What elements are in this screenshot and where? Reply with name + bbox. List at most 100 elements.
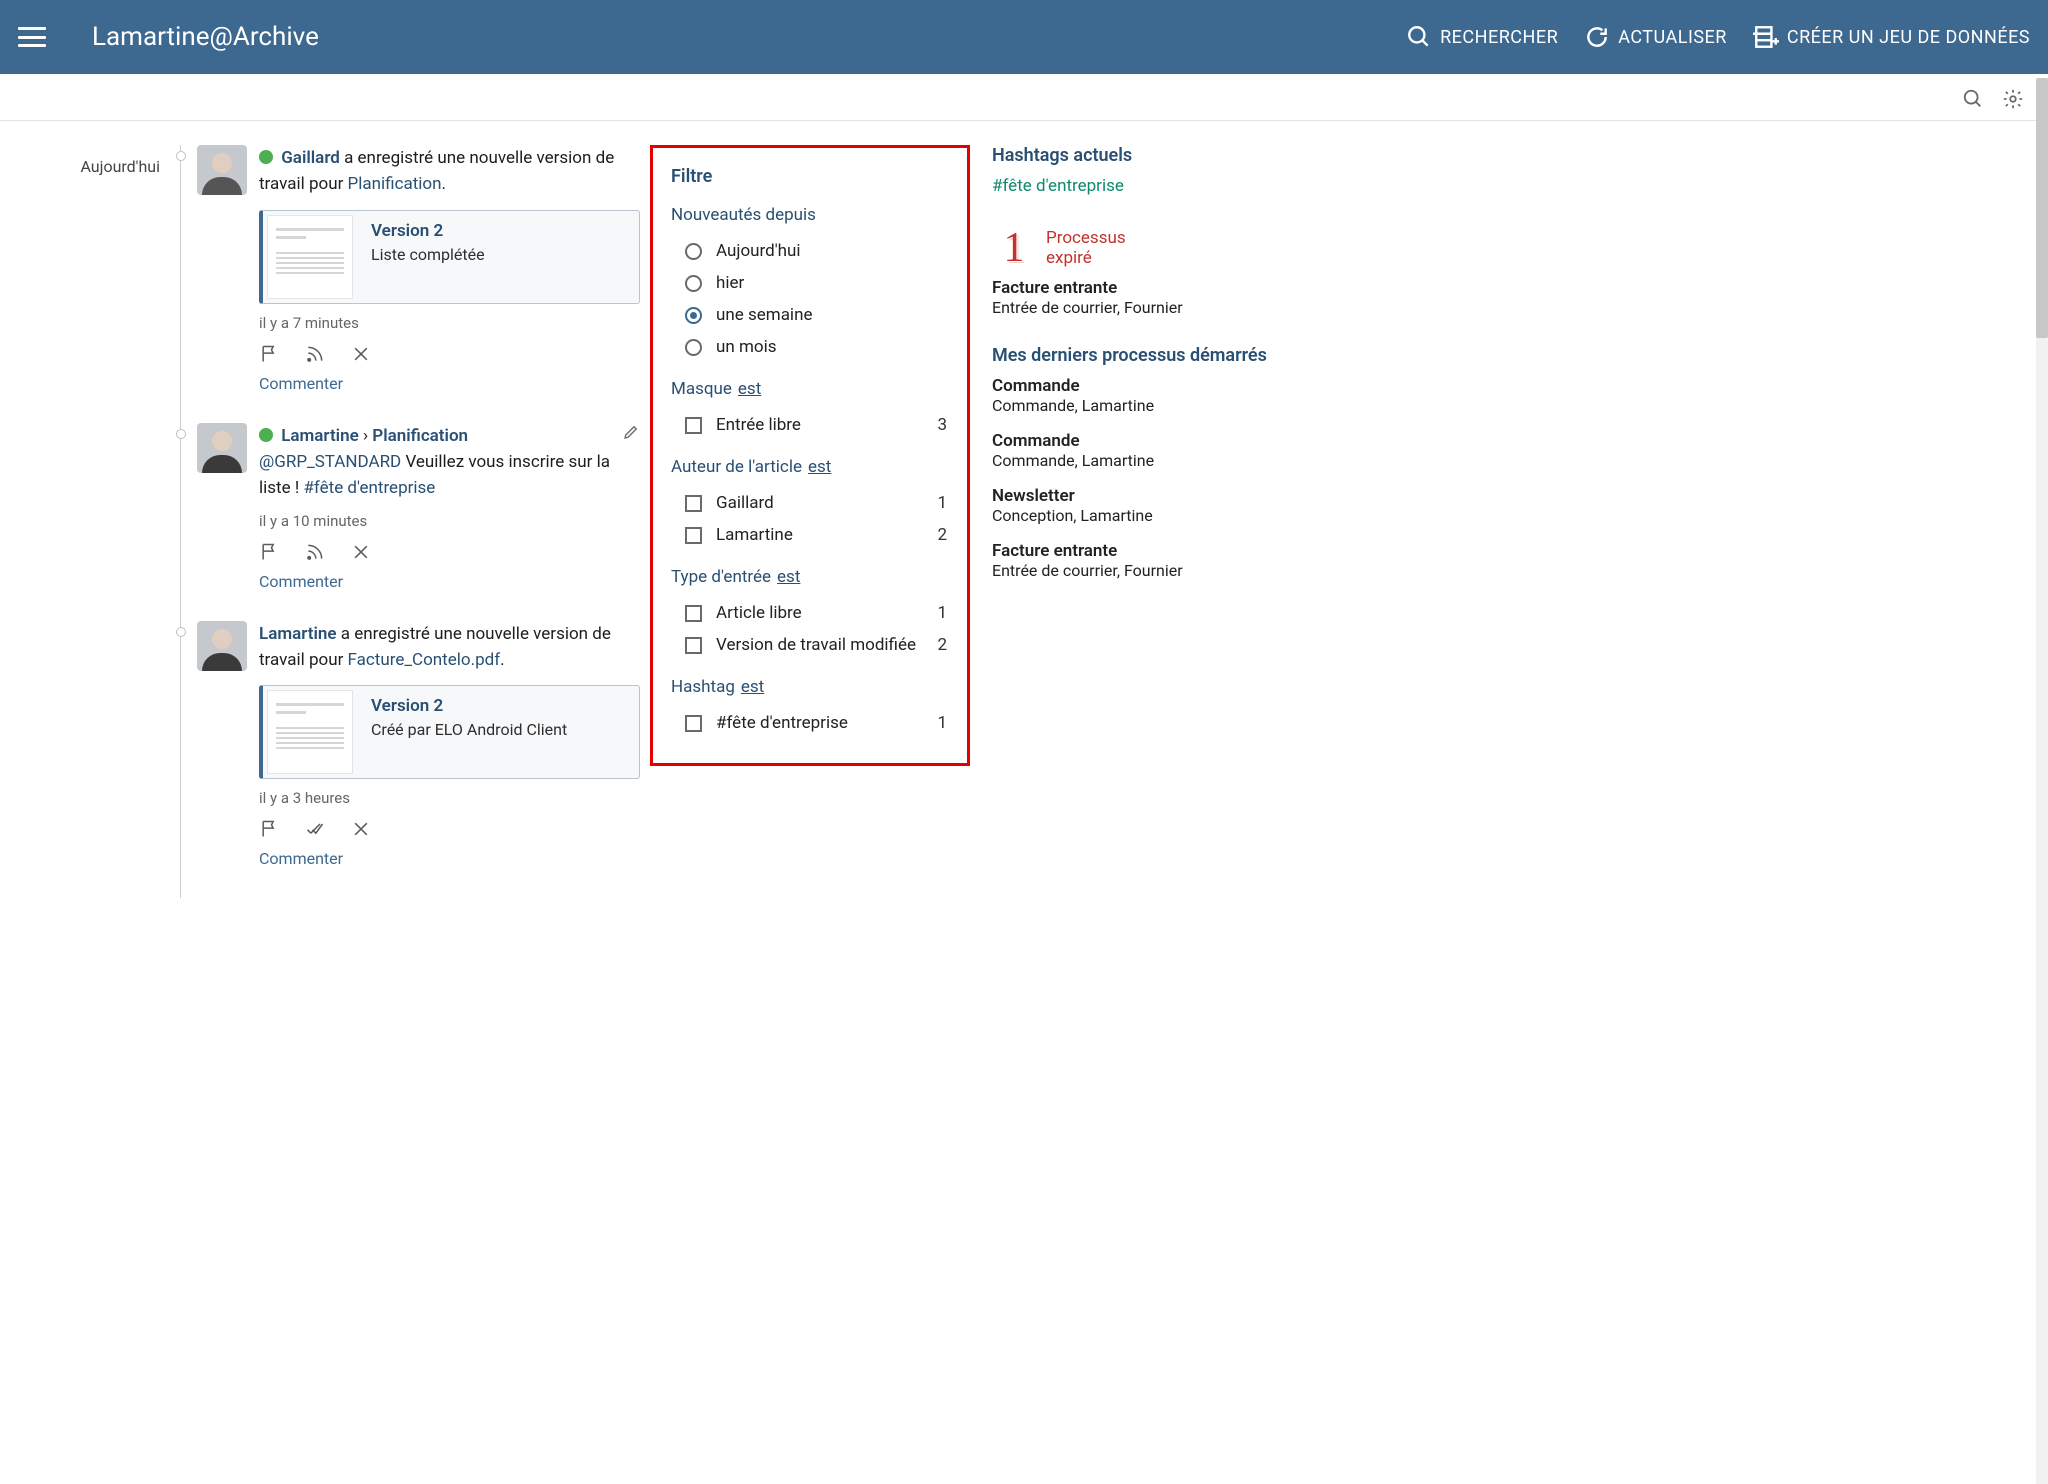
feed-column: Gaillard a enregistré une nouvelle versi… xyxy=(180,145,640,898)
checkbox-icon xyxy=(685,527,702,544)
est-link[interactable]: est xyxy=(741,677,764,697)
version-card[interactable]: Version 2 Créé par ELO Android Client xyxy=(259,685,640,779)
version-card[interactable]: Version 2 Liste complétée xyxy=(259,210,640,304)
close-icon[interactable] xyxy=(351,819,371,839)
expired-item-title[interactable]: Facture entrante xyxy=(992,278,1292,298)
close-icon[interactable] xyxy=(351,542,371,562)
scrollbar-thumb[interactable] xyxy=(2036,78,2048,338)
avatar[interactable] xyxy=(197,621,247,671)
process-title: Commande xyxy=(992,431,1292,451)
search-icon-sub[interactable] xyxy=(1962,88,1984,110)
expired-header[interactable]: 1 Processusexpiré xyxy=(992,224,1292,272)
close-icon[interactable] xyxy=(351,344,371,364)
expired-item-sub: Entrée de courrier, Fournier xyxy=(992,298,1292,317)
count: 3 xyxy=(937,415,947,435)
count: 2 xyxy=(937,635,947,655)
side-processes: Mes derniers processus démarrés Commande… xyxy=(992,345,1292,580)
filter-section-label: Auteur de l'articleest xyxy=(671,457,949,477)
online-indicator xyxy=(259,150,273,164)
mention[interactable]: @GRP_STANDARD xyxy=(259,452,401,472)
process-sub: Commande, Lamartine xyxy=(992,396,1292,415)
main-content: Aujourd'hui Gaillard a enregistré une no… xyxy=(0,121,2048,938)
check-row[interactable]: Version de travail modifiée2 xyxy=(671,629,949,661)
hashtag-link[interactable]: #fête d'entreprise xyxy=(992,176,1292,196)
radio-icon xyxy=(685,307,702,324)
check-row[interactable]: Gaillard1 xyxy=(671,487,949,519)
check-icon[interactable] xyxy=(305,819,325,839)
create-action[interactable]: CRÉER UN JEU DE DONNÉES xyxy=(1753,24,2030,50)
flag-icon[interactable] xyxy=(259,542,279,562)
filter-column: Filtre Nouveautés depuis Aujourd'hui hie… xyxy=(650,145,970,898)
feed-body: Gaillard a enregistré une nouvelle versi… xyxy=(259,145,640,393)
count: 1 xyxy=(937,603,947,623)
process-item[interactable]: Facture entranteEntrée de courrier, Four… xyxy=(992,541,1292,580)
feed-item: Lamartine › Planification @GRP_STANDARD … xyxy=(197,423,640,591)
breadcrumb-sep: › xyxy=(363,426,368,446)
feed-body: Lamartine › Planification @GRP_STANDARD … xyxy=(259,423,640,591)
check-label: Entrée libre xyxy=(716,415,801,435)
check-row[interactable]: Entrée libre 3 xyxy=(671,409,949,441)
rss-icon[interactable] xyxy=(305,344,325,364)
topbar: Lamartine@Archive RECHERCHER ACTUALISER … xyxy=(0,0,2048,74)
radio-label: une semaine xyxy=(716,305,812,325)
radio-label: Aujourd'hui xyxy=(716,241,801,261)
refresh-action[interactable]: ACTUALISER xyxy=(1584,24,1727,50)
hashtag-link[interactable]: #fête d'entreprise xyxy=(303,478,435,498)
check-row[interactable]: Lamartine2 xyxy=(671,519,949,551)
radio-today[interactable]: Aujourd'hui xyxy=(671,235,949,267)
est-link[interactable]: est xyxy=(777,567,800,587)
radio-week[interactable]: une semaine xyxy=(671,299,949,331)
timeline-dot xyxy=(176,627,186,637)
scrollbar[interactable] xyxy=(2036,78,2048,1484)
side-column: Hashtags actuels #fête d'entreprise 1 Pr… xyxy=(992,145,1292,898)
process-item[interactable]: CommandeCommande, Lamartine xyxy=(992,376,1292,415)
est-link[interactable]: est xyxy=(808,457,831,477)
process-item[interactable]: NewsletterConception, Lamartine xyxy=(992,486,1292,525)
process-item[interactable]: CommandeCommande, Lamartine xyxy=(992,431,1292,470)
menu-icon[interactable] xyxy=(18,27,46,47)
count: 1 xyxy=(937,493,947,513)
checkbox-icon xyxy=(685,715,702,732)
est-link[interactable]: est xyxy=(738,379,761,399)
author-link[interactable]: Lamartine xyxy=(259,624,337,644)
comment-link[interactable]: Commenter xyxy=(259,849,640,868)
radio-yesterday[interactable]: hier xyxy=(671,267,949,299)
document-thumbnail xyxy=(267,215,353,299)
side-title: Hashtags actuels xyxy=(992,145,1292,166)
comment-link[interactable]: Commenter xyxy=(259,374,640,393)
edit-icon[interactable] xyxy=(622,423,640,449)
comment-link[interactable]: Commenter xyxy=(259,572,640,591)
crumb-target[interactable]: Planification xyxy=(372,426,468,446)
radio-month[interactable]: un mois xyxy=(671,331,949,363)
radio-label: hier xyxy=(716,273,744,293)
radio-icon xyxy=(685,243,702,260)
refresh-icon xyxy=(1584,24,1610,50)
search-action[interactable]: RECHERCHER xyxy=(1406,24,1558,50)
expired-label: Processus xyxy=(1046,228,1126,248)
filter-title: Filtre xyxy=(671,166,949,187)
process-sub: Commande, Lamartine xyxy=(992,451,1292,470)
check-label: Lamartine xyxy=(716,525,793,545)
avatar[interactable] xyxy=(197,145,247,195)
action-icons xyxy=(259,542,640,562)
rss-icon[interactable] xyxy=(305,542,325,562)
flag-icon[interactable] xyxy=(259,344,279,364)
feed-header: Gaillard a enregistré une nouvelle versi… xyxy=(259,145,640,198)
avatar[interactable] xyxy=(197,423,247,473)
create-label: CRÉER UN JEU DE DONNÉES xyxy=(1787,27,2030,48)
check-row[interactable]: #fête d'entreprise1 xyxy=(671,707,949,739)
gear-icon[interactable] xyxy=(2002,88,2024,110)
object-link[interactable]: Facture_Contelo.pdf xyxy=(348,650,501,670)
check-row[interactable]: Article libre1 xyxy=(671,597,949,629)
checkbox-icon xyxy=(685,495,702,512)
author-link[interactable]: Gaillard xyxy=(281,148,340,168)
radio-icon xyxy=(685,275,702,292)
process-title: Newsletter xyxy=(992,486,1292,506)
process-title: Commande xyxy=(992,376,1292,396)
flag-icon[interactable] xyxy=(259,819,279,839)
refresh-label: ACTUALISER xyxy=(1618,27,1727,48)
count: 1 xyxy=(937,713,947,733)
filter-mask: Masqueest Entrée libre3 xyxy=(671,379,949,441)
author-link[interactable]: Lamartine xyxy=(281,426,359,446)
object-link[interactable]: Planification xyxy=(348,174,442,194)
